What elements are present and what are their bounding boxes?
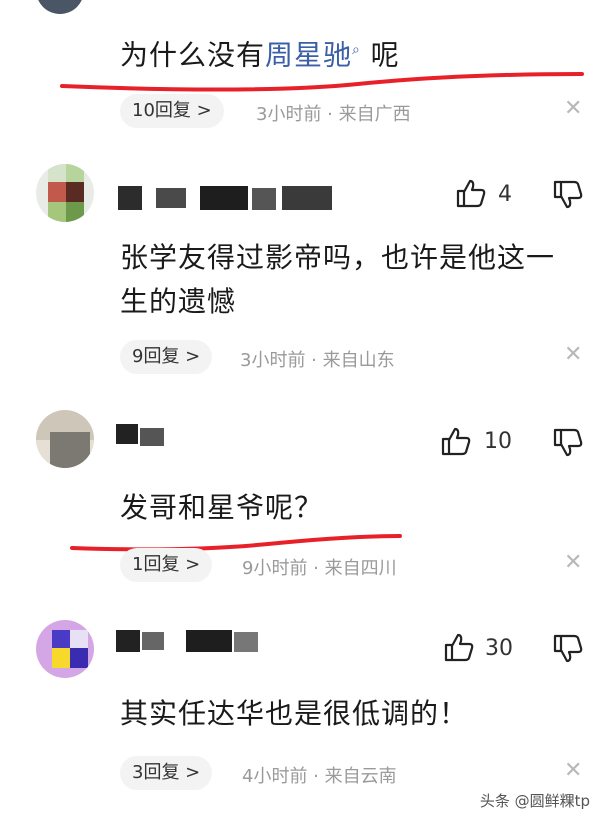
username-redacted bbox=[142, 632, 164, 650]
username-redacted bbox=[282, 186, 332, 210]
search-icon[interactable]: ⌕ bbox=[352, 42, 361, 58]
like-count: 4 bbox=[498, 182, 512, 207]
avatar[interactable] bbox=[36, 410, 94, 468]
like-count: 10 bbox=[484, 429, 512, 454]
comment-text: 张学友得过影帝吗，也许是他这一 生的遗憾 bbox=[120, 241, 556, 318]
close-icon[interactable]: ✕ bbox=[564, 96, 582, 121]
username-redacted bbox=[200, 186, 248, 210]
comment-text: 其实任达华也是很低调的！ bbox=[120, 697, 469, 730]
like-count: 30 bbox=[485, 636, 513, 661]
close-icon[interactable]: ✕ bbox=[564, 550, 582, 575]
avatar[interactable] bbox=[36, 620, 94, 678]
username-redacted bbox=[116, 630, 140, 652]
comment-meta: 3小时前 · 来自山东 bbox=[240, 350, 395, 371]
username-redacted bbox=[156, 188, 186, 208]
red-underline bbox=[60, 72, 584, 92]
thumbs-down-icon[interactable] bbox=[552, 180, 584, 210]
thumbs-up-icon[interactable] bbox=[440, 426, 472, 456]
thumbs-down-icon[interactable] bbox=[552, 428, 584, 458]
username-redacted bbox=[116, 424, 138, 444]
comment-meta: 4小时前 · 来自云南 bbox=[242, 766, 397, 787]
avatar[interactable] bbox=[36, 0, 84, 14]
comment-meta: 3小时前 · 来自广西 bbox=[256, 104, 411, 125]
thumbs-up-icon[interactable] bbox=[443, 632, 475, 662]
username-redacted bbox=[140, 428, 164, 446]
comment-text: 发哥和星爷呢？ bbox=[120, 491, 324, 524]
close-icon[interactable]: ✕ bbox=[564, 342, 582, 367]
red-underline bbox=[70, 534, 402, 552]
reply-button[interactable]: 10回复 > bbox=[120, 94, 224, 128]
reply-button[interactable]: 3回复 > bbox=[120, 756, 213, 790]
reply-button[interactable]: 1回复 > bbox=[120, 548, 213, 582]
thumbs-up-icon[interactable] bbox=[455, 178, 487, 208]
comment-meta: 9小时前 · 来自四川 bbox=[242, 558, 397, 579]
username-redacted bbox=[252, 188, 276, 210]
username-redacted bbox=[234, 632, 258, 652]
watermark: 头条 @圆鲜粿tp bbox=[479, 792, 590, 810]
close-icon[interactable]: ✕ bbox=[564, 758, 582, 783]
avatar[interactable] bbox=[36, 164, 94, 222]
reply-button[interactable]: 9回复 > bbox=[120, 340, 213, 374]
username-redacted bbox=[186, 630, 232, 652]
thumbs-down-icon[interactable] bbox=[552, 634, 584, 664]
username-redacted bbox=[118, 186, 142, 210]
